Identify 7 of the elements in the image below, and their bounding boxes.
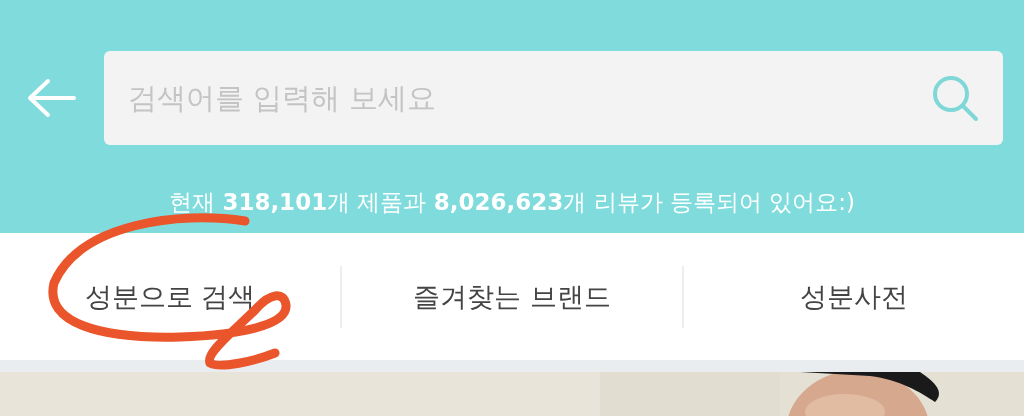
back-arrow-icon bbox=[26, 78, 76, 118]
tab[interactable]: 성분으로 검색 bbox=[76, 274, 264, 319]
search-icon[interactable] bbox=[931, 74, 979, 122]
tab[interactable]: 성분사전 bbox=[792, 274, 916, 319]
tab[interactable]: 즐겨찾는 브랜드 bbox=[405, 274, 619, 319]
back-button[interactable] bbox=[26, 78, 76, 118]
stats-text: 현재 318,101개 제품과 8,026,623개 리뷰가 등록되어 있어요:) bbox=[168, 188, 856, 217]
